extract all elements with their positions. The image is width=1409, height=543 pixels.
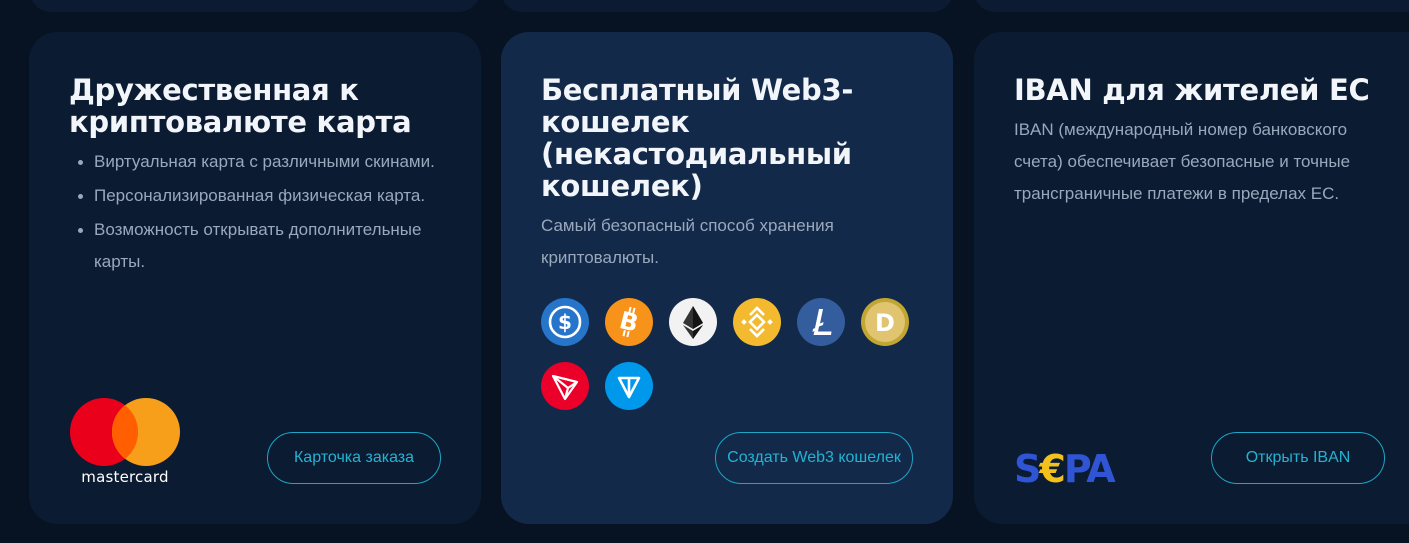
mastercard-circles-icon [70, 398, 180, 466]
sepa-letters-pa: PA [1063, 447, 1116, 491]
page: Дружественная к криптовалюте карта Вирту… [0, 0, 1409, 543]
previous-card-1 [30, 0, 480, 12]
mastercard-wordmark: mastercard [81, 468, 169, 486]
open-iban-button[interactable]: Открыть IBAN [1211, 432, 1385, 484]
svg-text:D: D [875, 309, 895, 337]
card-description: Самый безопасный способ хранения криптов… [541, 216, 834, 267]
usdc-icon: $ [541, 298, 589, 346]
feature-list: Виртуальная карта с различными скинами. … [69, 146, 449, 280]
ethereum-icon [669, 298, 717, 346]
crypto-card-panel: Дружественная к криптовалюте карта Вирту… [29, 32, 481, 524]
web3-wallet-panel: Бесплатный Web3-кошелек (некастодиальный… [501, 32, 953, 524]
feature-item: Возможность открывать дополнительные кар… [69, 214, 449, 278]
ton-icon [605, 362, 653, 410]
dogecoin-icon: D [861, 298, 909, 346]
previous-card-2 [501, 0, 953, 12]
tron-icon [541, 362, 589, 410]
bitcoin-icon: B [605, 298, 653, 346]
iban-panel: IBAN для жителей ЕС IBAN (международный … [974, 32, 1409, 524]
bnb-icon [733, 298, 781, 346]
mastercard-logo: mastercard [69, 398, 181, 490]
feature-item: Персонализированная физическая карта. [69, 180, 449, 212]
create-web3-wallet-button[interactable]: Создать Web3 кошелек [715, 432, 913, 484]
euro-icon: € [1039, 447, 1065, 491]
feature-item: Виртуальная карта с различными скинами. [69, 146, 449, 178]
litecoin-icon [797, 298, 845, 346]
sepa-logo: S€PA [1014, 447, 1116, 491]
order-card-button[interactable]: Карточка заказа [267, 432, 441, 484]
svg-text:$: $ [558, 310, 572, 334]
previous-card-3 [974, 0, 1409, 12]
card-description: IBAN (международный номер банковского сч… [1014, 120, 1351, 203]
card-title: IBAN для жителей ЕС [1014, 73, 1370, 107]
card-title: Бесплатный Web3-кошелек (некастодиальный… [541, 73, 854, 203]
card-title: Дружественная к криптовалюте карта [69, 73, 412, 139]
sepa-letter-s: S [1014, 447, 1041, 491]
